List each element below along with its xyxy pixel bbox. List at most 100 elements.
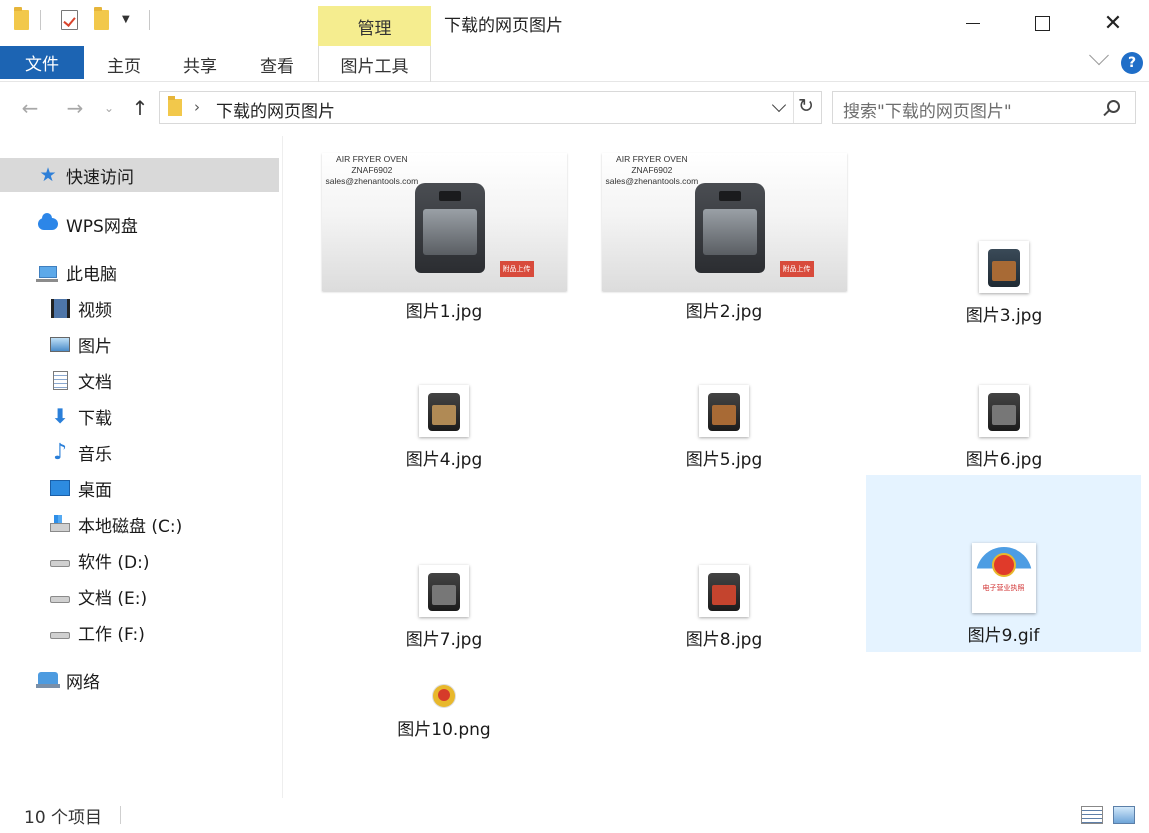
file-item[interactable]: 图片10.png — [304, 685, 584, 740]
up-button[interactable]: ↑ — [126, 94, 154, 122]
file-item[interactable]: 图片7.jpg — [304, 565, 584, 650]
picture-icon — [50, 335, 70, 353]
air-fryer-image — [414, 183, 485, 273]
tab-share[interactable]: 共享 — [172, 46, 228, 82]
file-thumbnail — [699, 565, 749, 617]
back-button[interactable]: ← — [16, 94, 44, 122]
new-folder-button[interactable] — [94, 7, 109, 30]
file-name: 图片4.jpg — [405, 450, 483, 470]
document-icon — [50, 370, 70, 390]
sidebar-item-drive-c[interactable]: 本地磁盘 (C:) — [50, 507, 182, 541]
file-name: 图片3.jpg — [965, 306, 1043, 326]
air-fryer-image — [694, 183, 765, 273]
file-name: 图片10.png — [397, 720, 491, 740]
sidebar-item-documents[interactable]: 文档 — [50, 363, 112, 397]
sidebar-item-label: 软件 (D:) — [78, 552, 150, 573]
help-button[interactable]: ? — [1121, 52, 1143, 74]
recent-locations-button[interactable]: ⌄ — [100, 94, 118, 122]
sidebar-item-label: 桌面 — [78, 480, 112, 501]
video-icon — [50, 298, 70, 318]
tab-file[interactable]: 文件 — [0, 46, 84, 79]
close-button[interactable]: ✕ — [1090, 0, 1136, 46]
sidebar-item-this-pc[interactable]: 此电脑 — [36, 255, 117, 289]
sidebar-item-wps[interactable]: WPS网盘 — [38, 207, 138, 241]
close-icon: ✕ — [1103, 10, 1123, 36]
qa-separator-2 — [149, 10, 150, 30]
status-divider — [120, 806, 121, 824]
star-icon: ★ — [39, 164, 57, 186]
file-name: 图片2.jpg — [685, 302, 763, 322]
sidebar-item-label: 图片 — [78, 336, 112, 357]
customize-toolbar-button[interactable]: ▼ — [122, 14, 130, 25]
maximize-button[interactable] — [1019, 0, 1065, 46]
address-divider — [793, 92, 794, 123]
file-item[interactable]: 图片8.jpg — [584, 565, 864, 650]
address-dropdown-icon[interactable] — [771, 97, 787, 113]
file-item[interactable]: 图片4.jpg — [304, 385, 584, 470]
stamp-label: 附品上传 — [499, 261, 534, 277]
sidebar-item-videos[interactable]: 视频 — [50, 291, 112, 325]
sidebar-item-drive-e[interactable]: 文档 (E:) — [50, 579, 147, 613]
qa-separator — [40, 10, 41, 30]
file-thumbnail — [979, 241, 1029, 293]
breadcrumb-current[interactable]: 下载的网页图片 — [216, 97, 335, 122]
file-name: 图片7.jpg — [405, 630, 483, 650]
computer-icon — [36, 263, 58, 282]
file-thumbnail — [979, 385, 1029, 437]
sidebar-item-drive-d[interactable]: 软件 (D:) — [50, 543, 150, 577]
tab-home[interactable]: 主页 — [96, 46, 152, 82]
file-item[interactable]: AIR FRYER OVEN ZNAF6902 sales@zhenantool… — [304, 153, 584, 322]
sidebar-item-quick-access[interactable]: ★ 快速访问 — [0, 158, 279, 192]
ribbon-tabs: 文件 主页 共享 查看 图片工具 — [0, 46, 1149, 82]
thumbnail-caption: AIR FRYER OVEN ZNAF6902 sales@zhenantool… — [605, 154, 699, 186]
tab-view[interactable]: 查看 — [249, 46, 305, 82]
file-item[interactable]: 图片6.jpg — [864, 385, 1144, 470]
details-view-icon[interactable] — [1081, 806, 1103, 824]
sidebar-item-label: 下载 — [78, 408, 112, 429]
large-icons-view-icon[interactable] — [1113, 806, 1135, 824]
sidebar-item-drive-f[interactable]: 工作 (F:) — [50, 615, 145, 649]
file-item[interactable]: 图片3.jpg — [864, 241, 1144, 326]
sidebar-item-desktop[interactable]: 桌面 — [50, 471, 112, 505]
badge-caption: 电子营业执照 — [982, 584, 1025, 592]
emblem-thumbnail-icon — [433, 685, 455, 707]
sidebar-item-label: 网络 — [66, 672, 100, 693]
sidebar-item-downloads[interactable]: ⬇ 下载 — [50, 399, 112, 433]
sidebar-item-label: 文档 (E:) — [78, 588, 148, 609]
breadcrumb-chevron-icon[interactable]: › — [194, 98, 200, 116]
file-thumbnail: AIR FRYER OVEN ZNAF6902 sales@zhenantool… — [321, 153, 567, 291]
file-name: 图片1.jpg — [405, 302, 483, 322]
file-item[interactable]: AIR FRYER OVEN ZNAF6902 sales@zhenantool… — [584, 153, 864, 322]
sidebar-item-label: 快速访问 — [66, 167, 134, 188]
search-icon[interactable] — [1107, 100, 1120, 113]
emblem-icon — [991, 553, 1016, 577]
properties-button[interactable] — [61, 10, 78, 30]
thumbnail-caption: AIR FRYER OVEN ZNAF6902 sales@zhenantool… — [325, 154, 419, 186]
sidebar-item-label: 工作 (F:) — [78, 624, 145, 645]
file-thumbnail: 电子营业执照 — [971, 543, 1036, 613]
sidebar-item-label: 此电脑 — [66, 264, 117, 285]
address-bar[interactable]: › 下载的网页图片 ↻ — [159, 91, 822, 124]
sidebar-item-music[interactable]: ♪ 音乐 — [50, 435, 112, 469]
minimize-button[interactable] — [950, 0, 996, 46]
chevron-down-icon: ⌄ — [103, 101, 115, 115]
refresh-icon[interactable]: ↻ — [798, 95, 814, 117]
file-item[interactable]: 图片5.jpg — [584, 385, 864, 470]
forward-button[interactable]: → — [61, 94, 89, 122]
tab-picture-tools[interactable]: 图片工具 — [318, 46, 431, 82]
system-drive-icon — [50, 514, 70, 533]
search-placeholder: 搜索"下载的网页图片" — [843, 102, 1012, 122]
search-input[interactable]: 搜索"下载的网页图片" — [832, 91, 1136, 124]
sidebar-item-network[interactable]: 网络 — [36, 663, 100, 697]
file-name: 图片8.jpg — [685, 630, 763, 650]
status-bar: 10 个项目 — [0, 798, 1149, 833]
sidebar-item-label: WPS网盘 — [66, 216, 138, 237]
sidebar-item-pictures[interactable]: 图片 — [50, 327, 112, 361]
drive-icon — [50, 587, 70, 605]
file-thumbnail — [419, 385, 469, 437]
sidebar-item-label: 音乐 — [78, 444, 112, 465]
sidebar-item-label: 本地磁盘 (C:) — [78, 516, 183, 537]
file-item-selected[interactable]: 电子营业执照 图片9.gif — [866, 475, 1141, 652]
tab-manage[interactable]: 管理 — [318, 6, 431, 46]
desktop-icon — [50, 479, 70, 497]
